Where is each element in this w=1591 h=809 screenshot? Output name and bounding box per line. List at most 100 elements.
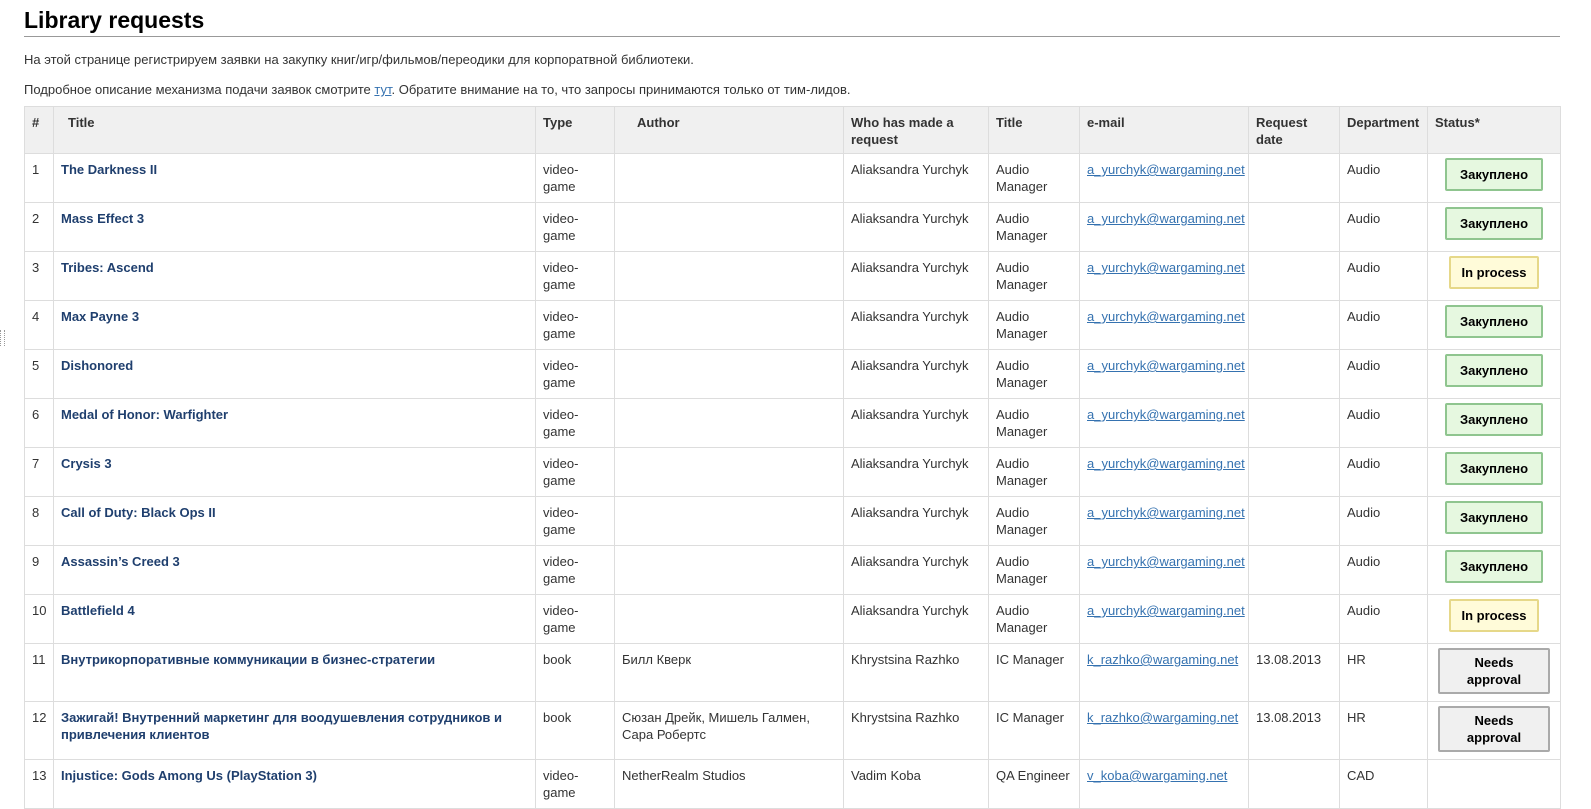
cell-status: Закуплено xyxy=(1427,300,1561,350)
cell-status: In process xyxy=(1427,251,1561,301)
header-title[interactable]: Title xyxy=(53,106,536,154)
item-title-link[interactable]: Зажигай! Внутренний маркетинг для воодуш… xyxy=(61,710,502,742)
email-link[interactable]: v_koba@wargaming.net xyxy=(1087,768,1227,783)
cell-author: NetherRealm Studios xyxy=(614,759,844,809)
cell-num: 11 xyxy=(24,643,54,702)
cell-status: Закуплено xyxy=(1427,496,1561,546)
cell-date xyxy=(1248,398,1340,448)
cell-title: Assassin’s Creed 3 xyxy=(53,545,536,595)
cell-role: Audio Manager xyxy=(988,153,1080,203)
header-author[interactable]: Author xyxy=(614,106,844,154)
header-who[interactable]: Who has made a request xyxy=(843,106,989,154)
item-title-link[interactable]: Внутрикорпоративные коммуникации в бизне… xyxy=(61,652,435,667)
item-title-link[interactable]: Battlefield 4 xyxy=(61,603,135,618)
cell-requester: Aliaksandra Yurchyk xyxy=(843,202,989,252)
status-badge: Закуплено xyxy=(1445,305,1543,338)
cell-role: Audio Manager xyxy=(988,251,1080,301)
cell-title: Dishonored xyxy=(53,349,536,399)
item-title-link[interactable]: Max Payne 3 xyxy=(61,309,139,324)
cell-requester: Aliaksandra Yurchyk xyxy=(843,153,989,203)
cell-num: 6 xyxy=(24,398,54,448)
email-link[interactable]: a_yurchyk@wargaming.net xyxy=(1087,211,1245,226)
email-link[interactable]: a_yurchyk@wargaming.net xyxy=(1087,407,1245,422)
table-row: 1 The Darkness II video-game Aliaksandra Yu… xyxy=(24,153,1561,203)
cell-title: Внутрикорпоративные коммуникации в бизне… xyxy=(53,643,536,702)
table-row: 11 Внутрикорпоративные коммуникации в биз… xyxy=(24,643,1561,702)
cell-author: Билл Кверк xyxy=(614,643,844,702)
cell-author xyxy=(614,447,844,497)
cell-status: Закуплено xyxy=(1427,398,1561,448)
cell-role: IC Manager xyxy=(988,643,1080,702)
cell-requester: Vadim Koba xyxy=(843,759,989,809)
cell-department: HR xyxy=(1339,643,1428,702)
header-type[interactable]: Type xyxy=(535,106,615,154)
header-email[interactable]: e-mail xyxy=(1079,106,1249,154)
item-title-link[interactable]: Dishonored xyxy=(61,358,133,373)
cell-author xyxy=(614,594,844,644)
item-title-link[interactable]: The Darkness II xyxy=(61,162,157,177)
email-link[interactable]: k_razhko@wargaming.net xyxy=(1087,710,1238,725)
instructions-text-after: . Обратите внимание на то, что запросы п… xyxy=(391,82,851,97)
details-link[interactable]: тут xyxy=(374,82,391,97)
cell-type: video-game xyxy=(535,349,615,399)
cell-role: Audio Manager xyxy=(988,545,1080,595)
cell-num: 7 xyxy=(24,447,54,497)
cell-requester: Aliaksandra Yurchyk xyxy=(843,349,989,399)
cell-author xyxy=(614,496,844,546)
email-link[interactable]: a_yurchyk@wargaming.net xyxy=(1087,358,1245,373)
cell-email: k_razhko@wargaming.net xyxy=(1079,701,1249,760)
status-badge: In process xyxy=(1449,256,1539,289)
email-link[interactable]: a_yurchyk@wargaming.net xyxy=(1087,554,1245,569)
instructions-text-before: Подробное описание механизма подачи заяв… xyxy=(24,82,375,97)
email-link[interactable]: k_razhko@wargaming.net xyxy=(1087,652,1238,667)
cell-role: Audio Manager xyxy=(988,349,1080,399)
item-title-link[interactable]: Assassin’s Creed 3 xyxy=(61,554,180,569)
page-content: Library requests На этой странице регист… xyxy=(24,0,1561,809)
cell-requester: Aliaksandra Yurchyk xyxy=(843,398,989,448)
table-row: 2 Mass Effect 3 video-game Aliaksandra Yurc… xyxy=(24,202,1561,252)
item-title-link[interactable]: Medal of Honor: Warfighter xyxy=(61,407,228,422)
cell-department: Audio xyxy=(1339,447,1428,497)
header-num[interactable]: # xyxy=(24,106,54,154)
email-link[interactable]: a_yurchyk@wargaming.net xyxy=(1087,456,1245,471)
email-link[interactable]: a_yurchyk@wargaming.net xyxy=(1087,603,1245,618)
cell-type: video-game xyxy=(535,300,615,350)
email-link[interactable]: a_yurchyk@wargaming.net xyxy=(1087,162,1245,177)
table-row: 10 Battlefield 4 video-game Aliaksandra Yur… xyxy=(24,594,1561,644)
cell-department: Audio xyxy=(1339,251,1428,301)
cell-email: a_yurchyk@wargaming.net xyxy=(1079,545,1249,595)
cell-status: In process xyxy=(1427,594,1561,644)
table-row: 8 Call of Duty: Black Ops II video-game Ali… xyxy=(24,496,1561,546)
cell-status: Закуплено xyxy=(1427,153,1561,203)
cell-department: Audio xyxy=(1339,496,1428,546)
email-link[interactable]: a_yurchyk@wargaming.net xyxy=(1087,505,1245,520)
cell-role: Audio Manager xyxy=(988,594,1080,644)
item-title-link[interactable]: Crysis 3 xyxy=(61,456,112,471)
item-title-link[interactable]: Mass Effect 3 xyxy=(61,211,144,226)
cell-email: v_koba@wargaming.net xyxy=(1079,759,1249,809)
item-title-link[interactable]: Tribes: Ascend xyxy=(61,260,154,275)
cell-author xyxy=(614,251,844,301)
header-department[interactable]: Department xyxy=(1339,106,1428,154)
status-badge: Закуплено xyxy=(1445,403,1543,436)
cell-date xyxy=(1248,349,1340,399)
item-title-link[interactable]: Injustice: Gods Among Us (PlayStation 3) xyxy=(61,768,317,783)
header-date[interactable]: Request date xyxy=(1248,106,1340,154)
item-title-link[interactable]: Call of Duty: Black Ops II xyxy=(61,505,216,520)
cell-num: 12 xyxy=(24,701,54,760)
cell-department: Audio xyxy=(1339,202,1428,252)
table-row: 3 Tribes: Ascend video-game Aliaksandra Yur… xyxy=(24,251,1561,301)
email-link[interactable]: a_yurchyk@wargaming.net xyxy=(1087,260,1245,275)
email-link[interactable]: a_yurchyk@wargaming.net xyxy=(1087,309,1245,324)
cell-department: CAD xyxy=(1339,759,1428,809)
cell-author xyxy=(614,398,844,448)
cell-email: k_razhko@wargaming.net xyxy=(1079,643,1249,702)
header-role[interactable]: Title xyxy=(988,106,1080,154)
resize-handle[interactable] xyxy=(0,330,5,346)
header-status[interactable]: Status* xyxy=(1427,106,1561,154)
cell-author: Сюзан Дрейк, Мишель Галмен, Сара Робертс xyxy=(614,701,844,760)
cell-department: Audio xyxy=(1339,153,1428,203)
cell-num: 1 xyxy=(24,153,54,203)
cell-department: Audio xyxy=(1339,545,1428,595)
cell-email: a_yurchyk@wargaming.net xyxy=(1079,251,1249,301)
